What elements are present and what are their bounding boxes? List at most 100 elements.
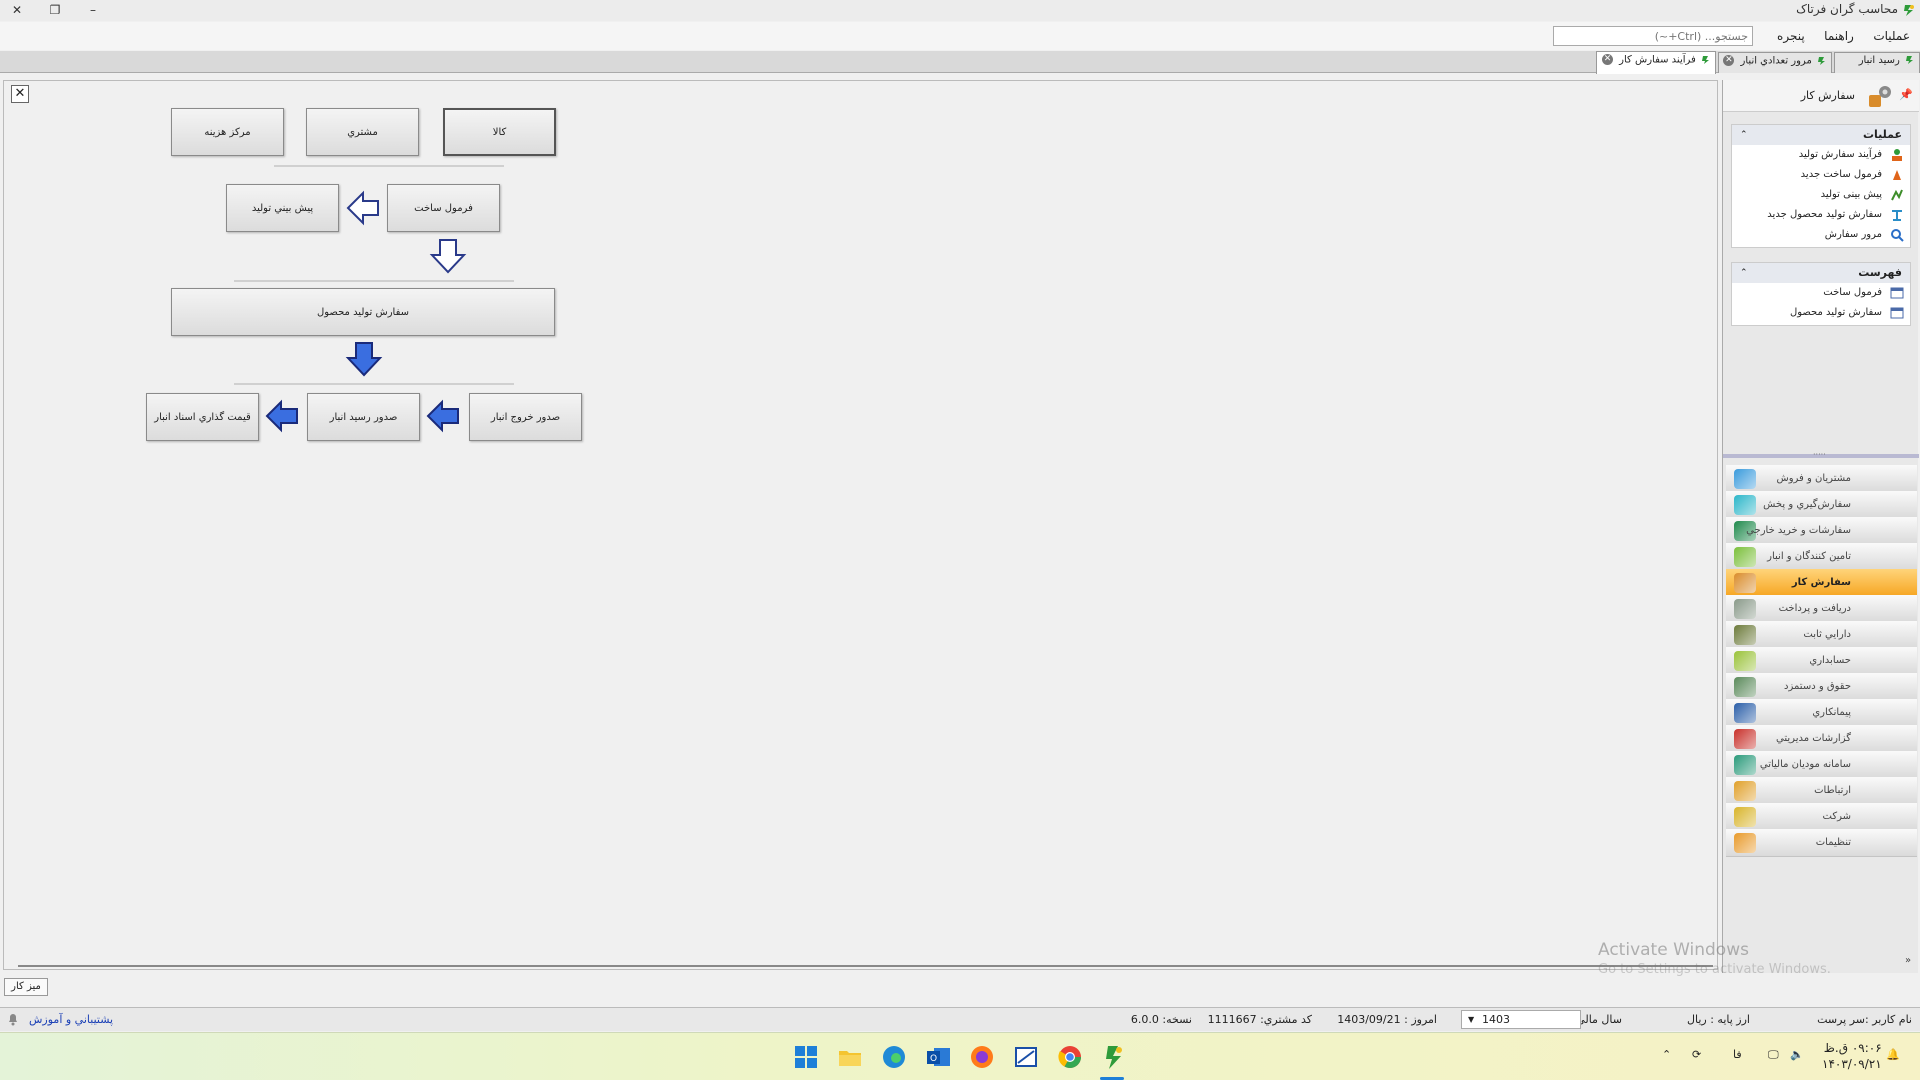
module-label: پيمانکاري: [1812, 707, 1851, 718]
tab-app-icon: [1818, 56, 1825, 65]
work-desk-tab[interactable]: ميز کار: [4, 978, 48, 996]
horizontal-scrollbar[interactable]: [18, 965, 1713, 967]
module-button-settings[interactable]: تنظيمات: [1726, 829, 1917, 857]
formula-icon: [1893, 170, 1901, 180]
module-button-tax[interactable]: سامانه موديان مالياتي: [1726, 751, 1917, 779]
pricing-button[interactable]: قيمت گذاري اسناد انبار: [146, 393, 259, 441]
task-label: سفارش تولید محصول جدید: [1767, 209, 1882, 220]
fiscal-year-select[interactable]: ▼ 1403: [1461, 1010, 1581, 1029]
pin-icon[interactable]: 📌: [1899, 88, 1913, 101]
clock-time: ۰۹:۰۶ ق.ظ: [1823, 1041, 1882, 1055]
customer-button[interactable]: مشتري: [306, 108, 419, 156]
goods-button[interactable]: کالا: [443, 108, 556, 156]
fiscal-year-value: 1403: [1482, 1013, 1510, 1026]
arrow-down-icon: [429, 239, 467, 274]
collapse-icon[interactable]: ⌃: [1740, 125, 1748, 145]
volume-icon[interactable]: 🔈: [1790, 1048, 1804, 1061]
accounting-icon: [1734, 651, 1756, 671]
close-workspace-button[interactable]: ✕: [11, 85, 29, 103]
process-icon: [1892, 149, 1902, 161]
module-button-company[interactable]: شرکت: [1726, 803, 1917, 831]
list-item-formula[interactable]: فرمول ساخت: [1732, 283, 1910, 303]
task-order-review[interactable]: مرور سفارش: [1732, 225, 1910, 245]
settings-icon: [1734, 833, 1756, 853]
module-button-purchase[interactable]: سفارشات و خريد خارجي: [1726, 517, 1917, 545]
snipping-tool-icon[interactable]: [1012, 1043, 1040, 1071]
menu-operations[interactable]: عملیات: [1865, 22, 1918, 50]
status-bar: نام کاربر :سر پرست ارز پايه : ريال سال م…: [0, 1007, 1920, 1031]
tab-work-order-process[interactable]: فرآيند سفارش کار ✕: [1596, 51, 1716, 74]
fartak-app-icon[interactable]: [1100, 1043, 1128, 1071]
task-new-formula[interactable]: فرمول ساخت جدید: [1732, 165, 1910, 185]
cost-center-button[interactable]: مرکز هزینه: [171, 108, 284, 156]
file-explorer-icon[interactable]: [836, 1043, 864, 1071]
module-button-distribution[interactable]: سفارش‌گيري و پخش: [1726, 491, 1917, 519]
menu-window[interactable]: پنجره: [1769, 22, 1813, 50]
list-item-label: فرمول ساخت: [1823, 287, 1882, 298]
module-button-sales[interactable]: مشتريان و فروش: [1726, 465, 1917, 493]
task-production-forecast[interactable]: پیش بینی تولید: [1732, 185, 1910, 205]
sync-icon[interactable]: ⟳: [1692, 1048, 1701, 1061]
task-new-product-order[interactable]: سفارش تولید محصول جدید: [1732, 205, 1910, 225]
module-label: سفارش‌گيري و پخش: [1763, 499, 1851, 510]
network-icon[interactable]: 🖵: [1768, 1048, 1779, 1062]
product-order-button[interactable]: سفارش توليد محصول: [171, 288, 555, 336]
maximize-window-button[interactable]: ❐: [40, 1, 70, 19]
module-button-payroll[interactable]: حقوق و دستمزد: [1726, 673, 1917, 701]
assets-icon: [1734, 625, 1756, 645]
search-input[interactable]: [1553, 26, 1753, 46]
minimize-window-button[interactable]: –: [78, 1, 108, 19]
forecast-button[interactable]: پيش بيني توليد: [226, 184, 339, 232]
clock[interactable]: ۰۹:۰۶ ق.ظ ۱۴۰۳/۰۹/۲۱: [1822, 1040, 1882, 1072]
tab-label: فرآيند سفارش کار: [1619, 54, 1696, 66]
tab-inventory-review[interactable]: مرور تعدادي انبار ✕: [1718, 52, 1832, 73]
edge-browser-icon[interactable]: [880, 1043, 908, 1071]
collapse-icon[interactable]: ⌃: [1740, 263, 1748, 283]
module-button-contracting[interactable]: پيمانکاري: [1726, 699, 1917, 727]
menu-help[interactable]: راهنما: [1816, 22, 1862, 50]
tab-close-icon[interactable]: ✕: [1601, 54, 1613, 65]
module-button-work-order[interactable]: سفارش کار: [1726, 569, 1917, 597]
formula-button[interactable]: فرمول ساخت: [387, 184, 500, 232]
support-link[interactable]: پشتيباني و آموزش: [29, 1013, 113, 1026]
task-production-order-process[interactable]: فرآیند سفارش تولید: [1732, 145, 1910, 165]
company-icon: [1734, 807, 1756, 827]
module-button-accounting[interactable]: حسابداري: [1726, 647, 1917, 675]
windows-start-icon[interactable]: [792, 1043, 820, 1071]
list-group-title[interactable]: فهرست ⌃: [1732, 263, 1910, 283]
chevron-down-icon[interactable]: »: [1905, 955, 1911, 966]
tray-overflow-icon[interactable]: ⌃: [1662, 1048, 1671, 1061]
module-label: سامانه موديان مالياتي: [1759, 759, 1851, 770]
separator-line: [234, 383, 514, 385]
issue-receipt-button[interactable]: صدور رسيد انبار: [307, 393, 420, 441]
list-item-product-order[interactable]: سفارش تولید محصول: [1732, 303, 1910, 323]
tab-warehouse-receipt[interactable]: رسید انبار: [1834, 52, 1920, 73]
notifications-bell-icon[interactable]: 🔔: [1886, 1048, 1900, 1061]
tab-close-icon[interactable]: ✕: [1723, 55, 1735, 66]
separator-line: [234, 280, 514, 282]
arrow-left-icon: [346, 190, 379, 226]
tab-app-icon: [1702, 55, 1709, 64]
module-button-reports[interactable]: گزارشات مديريتي: [1726, 725, 1917, 753]
module-label: گزارشات مديريتي: [1776, 733, 1851, 744]
module-button-warehouse[interactable]: تامين کنندگان و انبار: [1726, 543, 1917, 571]
firefox-icon[interactable]: [968, 1043, 996, 1071]
payroll-icon: [1734, 677, 1756, 697]
side-panel: 📌 سفارش کار عملیات ⌃ فرآیند سفارش تولید …: [1722, 80, 1919, 973]
issue-exit-button[interactable]: صدور خروج انبار: [469, 393, 582, 441]
notification-bell-icon[interactable]: [7, 1012, 19, 1026]
module-button-payment[interactable]: دريافت و پرداخت: [1726, 595, 1917, 623]
chrome-icon[interactable]: [1056, 1043, 1084, 1071]
outlook-icon[interactable]: O: [924, 1043, 952, 1071]
window-title: محاسب گران فرتاک: [1796, 2, 1898, 16]
close-window-button[interactable]: ✕: [2, 1, 32, 19]
list-item-label: سفارش تولید محصول: [1789, 307, 1882, 318]
input-language[interactable]: فا: [1733, 1048, 1742, 1061]
payment-icon: [1734, 599, 1756, 619]
today-label: امروز : 1403/09/21: [1337, 1013, 1437, 1026]
splitter-grip-icon[interactable]: ·····: [1813, 450, 1826, 459]
module-button-communications[interactable]: ارتباطات: [1726, 777, 1917, 805]
operations-group-title[interactable]: عملیات ⌃: [1732, 125, 1910, 145]
module-label: حقوق و دستمزد: [1784, 681, 1851, 692]
module-button-assets[interactable]: دارايي ثابت: [1726, 621, 1917, 649]
